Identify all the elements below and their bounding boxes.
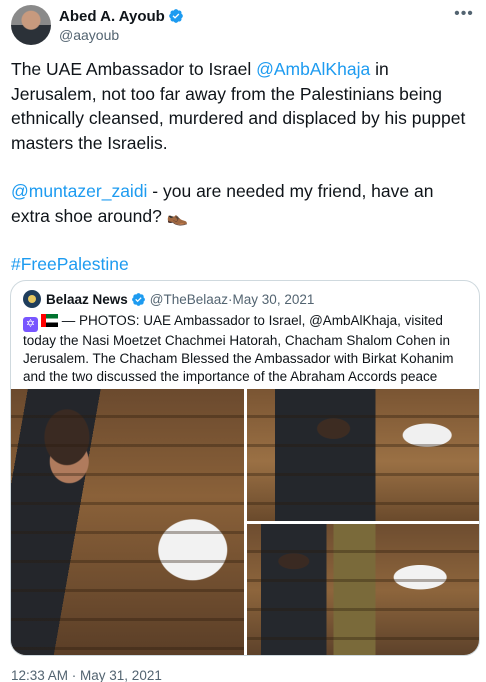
photo-texture [11, 389, 244, 655]
photo-texture [247, 389, 479, 521]
author-name[interactable]: Abed A. Ayoub [59, 8, 165, 25]
quoted-tweet-header: Belaaz News @TheBelaaz · May 30, 2021 [23, 290, 314, 308]
quoted-author-name: Belaaz News [46, 291, 128, 307]
author-avatar[interactable] [11, 5, 51, 45]
tweet-paragraph-1: The UAE Ambassador to Israel @AmbAlKhaja… [11, 57, 475, 155]
author-handle[interactable]: @aayoub [59, 27, 184, 43]
hashtag-link[interactable]: #FreePalestine [11, 254, 129, 274]
quoted-tweet[interactable]: Belaaz News @TheBelaaz · May 30, 2021 ✡ … [10, 280, 480, 656]
tweet-body: The UAE Ambassador to Israel @AmbAlKhaja… [11, 57, 475, 277]
photo-ambassador-blessing[interactable] [247, 389, 479, 521]
tweet-timestamp[interactable]: 12:33 AM · May 31, 2021 [11, 669, 162, 682]
mention-link[interactable]: @AmbAlKhaja [256, 59, 370, 79]
quoted-author-handle: @TheBelaaz [149, 291, 229, 307]
more-options-icon[interactable]: ••• [453, 6, 475, 25]
star-of-david-icon: ✡ [23, 317, 38, 332]
uae-flag-icon [41, 314, 58, 327]
quoted-date: May 30, 2021 [232, 291, 315, 307]
photo-ambassador-frame[interactable] [247, 524, 479, 655]
tweet-header: Abed A. Ayoub @aayoub ••• [11, 5, 475, 49]
tweet-paragraph-3: #FreePalestine [11, 252, 475, 277]
photo-grid [11, 389, 479, 655]
quoted-author-avatar [23, 290, 41, 308]
author-block: Abed A. Ayoub @aayoub [59, 6, 184, 43]
tweet-paragraph-2: @muntazer_zaidi - you are needed my frie… [11, 179, 475, 228]
author-name-row: Abed A. Ayoub [59, 6, 184, 26]
tweet-card: Abed A. Ayoub @aayoub ••• The UAE Ambass… [0, 0, 486, 682]
verified-badge-icon [131, 292, 145, 306]
mention-link[interactable]: @muntazer_zaidi [11, 181, 147, 201]
tweet-text-segment: The UAE Ambassador to Israel [11, 59, 257, 79]
photo-texture [247, 524, 479, 655]
photo-ambassador-gift[interactable] [11, 389, 244, 655]
verified-badge-icon [168, 9, 183, 23]
